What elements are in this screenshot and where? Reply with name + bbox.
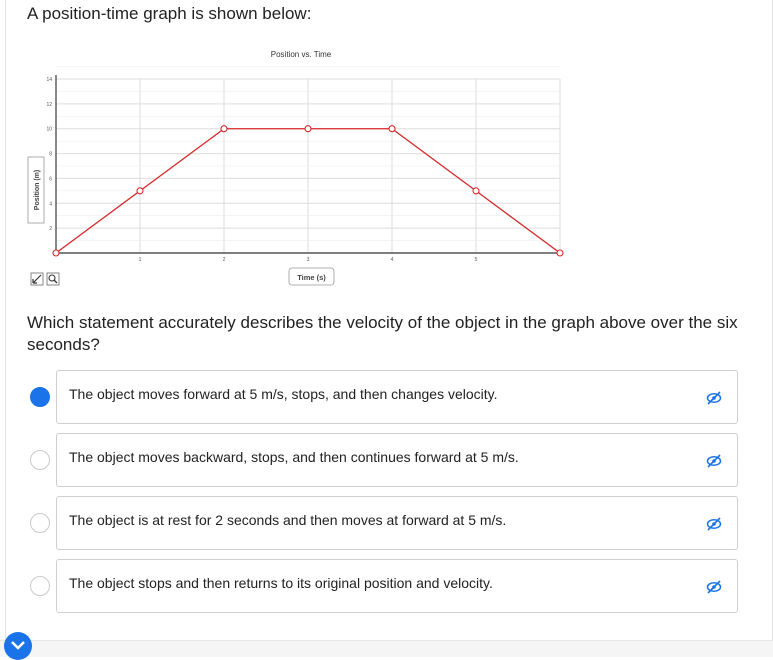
- choice-1[interactable]: The object moves forward at 5 m/s, stops…: [56, 370, 738, 424]
- choice-2-text: The object moves backward, stops, and th…: [69, 449, 519, 465]
- x-tick-label: 2: [223, 257, 226, 263]
- eye-slash-icon[interactable]: [705, 578, 723, 596]
- y-tick-label: 10: [46, 127, 52, 133]
- prompt-text: A position-time graph is shown below:: [27, 4, 312, 23]
- x-tick-label: 4: [391, 257, 394, 263]
- y-tick-label: 2: [49, 226, 52, 232]
- choice-2[interactable]: The object moves backward, stops, and th…: [56, 433, 738, 487]
- data-point: [52, 249, 60, 257]
- bottom-bar: [0, 640, 773, 657]
- y-axis-label: Position (m): [34, 170, 41, 210]
- position-time-chart: Position vs. Time 1 2 3 4 52468101214 Positi…: [27, 50, 564, 286]
- data-point: [388, 125, 396, 133]
- x-tick-label: 1: [139, 257, 142, 263]
- y-tick-label: 12: [46, 102, 52, 108]
- choice-3-text: The object is at rest for 2 seconds and …: [69, 512, 507, 528]
- data-point: [304, 125, 312, 133]
- choice-1-radio[interactable]: [30, 387, 50, 407]
- eye-slash-icon[interactable]: [705, 452, 723, 470]
- chart-grid: [55, 66, 561, 254]
- x-tick-label: 3: [307, 257, 310, 263]
- question-text: Which statement accurately describes the…: [27, 313, 738, 354]
- eye-slash-icon[interactable]: [705, 515, 723, 533]
- choice-3-radio[interactable]: [30, 513, 50, 533]
- choice-1-text: The object moves forward at 5 m/s, stops…: [69, 386, 498, 402]
- pencil-icon[interactable]: [30, 272, 44, 286]
- eye-slash-icon[interactable]: [705, 389, 723, 407]
- choice-4-text: The object stops and then returns to its…: [69, 575, 493, 591]
- choice-4[interactable]: The object stops and then returns to its…: [56, 559, 738, 613]
- x-axis-label: Time (s): [297, 273, 326, 282]
- x-tick-label: 5: [475, 257, 478, 263]
- data-point: [556, 249, 564, 257]
- data-point: [220, 125, 228, 133]
- y-tick-label: 6: [49, 176, 52, 182]
- choice-3[interactable]: The object is at rest for 2 seconds and …: [56, 496, 738, 550]
- chart-title: Position vs. Time: [271, 50, 332, 59]
- choice-4-radio[interactable]: [30, 576, 50, 596]
- data-point: [472, 187, 480, 195]
- y-tick-label: 14: [46, 77, 52, 83]
- y-tick-label: 4: [49, 201, 52, 207]
- y-tick-label: 8: [49, 152, 52, 158]
- choice-2-radio[interactable]: [30, 450, 50, 470]
- zoom-icon[interactable]: [46, 272, 60, 286]
- data-point: [136, 187, 144, 195]
